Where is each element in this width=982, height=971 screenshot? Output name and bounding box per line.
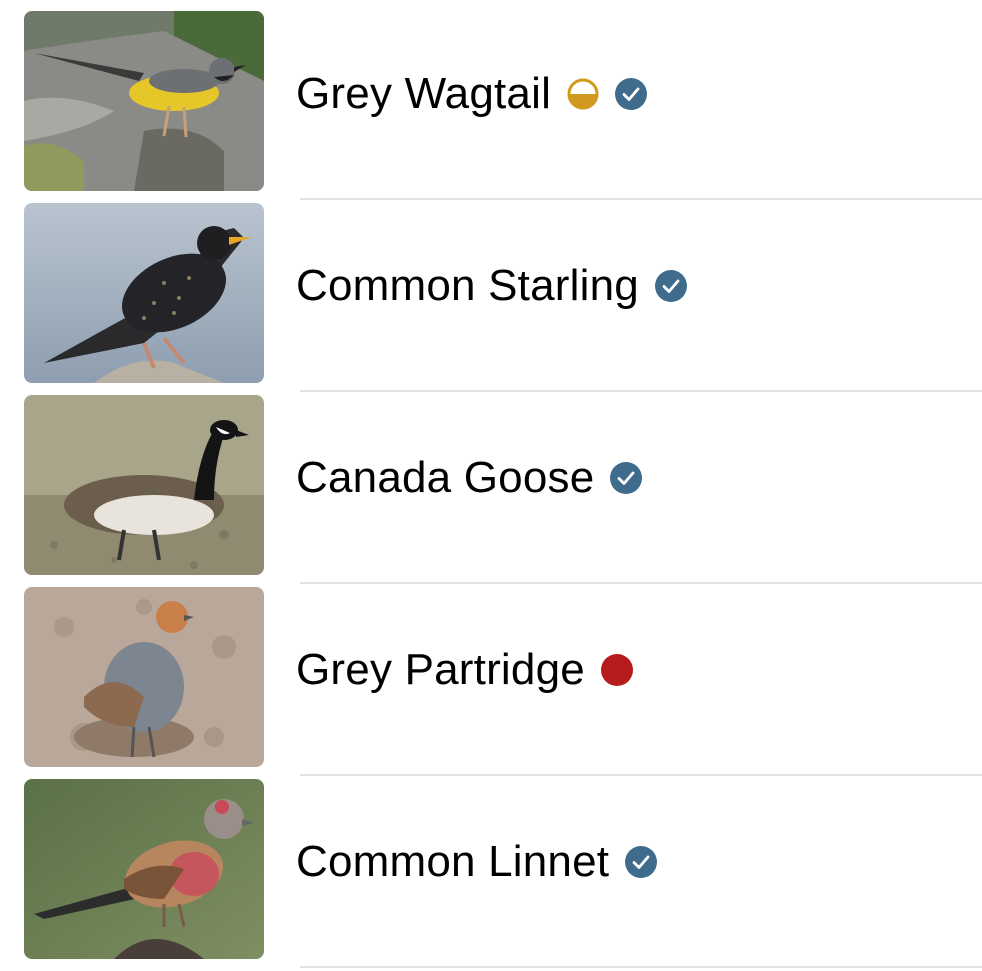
species-row-common-linnet[interactable]: Common Linnet: [0, 768, 982, 968]
species-row-canada-goose[interactable]: Canada Goose: [0, 384, 982, 584]
half-circle-icon: [567, 78, 599, 110]
canada-goose-image: [24, 395, 264, 575]
species-name: Common Linnet: [296, 837, 610, 886]
species-name: Common Starling: [296, 261, 639, 310]
bird-photo-grey-partridge: [24, 587, 264, 767]
grey-partridge-image: [24, 587, 264, 767]
species-row-grey-partridge[interactable]: Grey Partridge: [0, 576, 982, 776]
grey-wagtail-image: [24, 11, 264, 191]
bird-photo-grey-wagtail: [24, 11, 264, 191]
species-name: Canada Goose: [296, 453, 595, 502]
species-title: Common Linnet: [296, 836, 658, 888]
bird-photo-common-linnet: [24, 779, 264, 959]
species-row-common-starling[interactable]: Common Starling: [0, 192, 982, 392]
species-title: Grey Wagtail: [296, 68, 648, 120]
verified-check-icon: [625, 846, 658, 878]
species-name: Grey Wagtail: [296, 69, 552, 118]
verified-check-icon: [610, 462, 643, 494]
species-row-grey-wagtail[interactable]: Grey Wagtail: [0, 0, 982, 200]
row-separator: [300, 966, 982, 968]
red-dot-icon: [600, 654, 633, 686]
bird-photo-canada-goose: [24, 395, 264, 575]
species-list: Grey Wagtail Common Starling Canada Goos…: [0, 0, 982, 971]
common-starling-image: [24, 203, 264, 383]
common-linnet-image: [24, 779, 264, 959]
species-title: Common Starling: [296, 260, 687, 312]
species-title: Grey Partridge: [296, 644, 633, 696]
bird-photo-common-starling: [24, 203, 264, 383]
species-name: Grey Partridge: [296, 645, 585, 694]
verified-check-icon: [615, 78, 648, 110]
species-title: Canada Goose: [296, 452, 643, 504]
verified-check-icon: [654, 270, 687, 302]
